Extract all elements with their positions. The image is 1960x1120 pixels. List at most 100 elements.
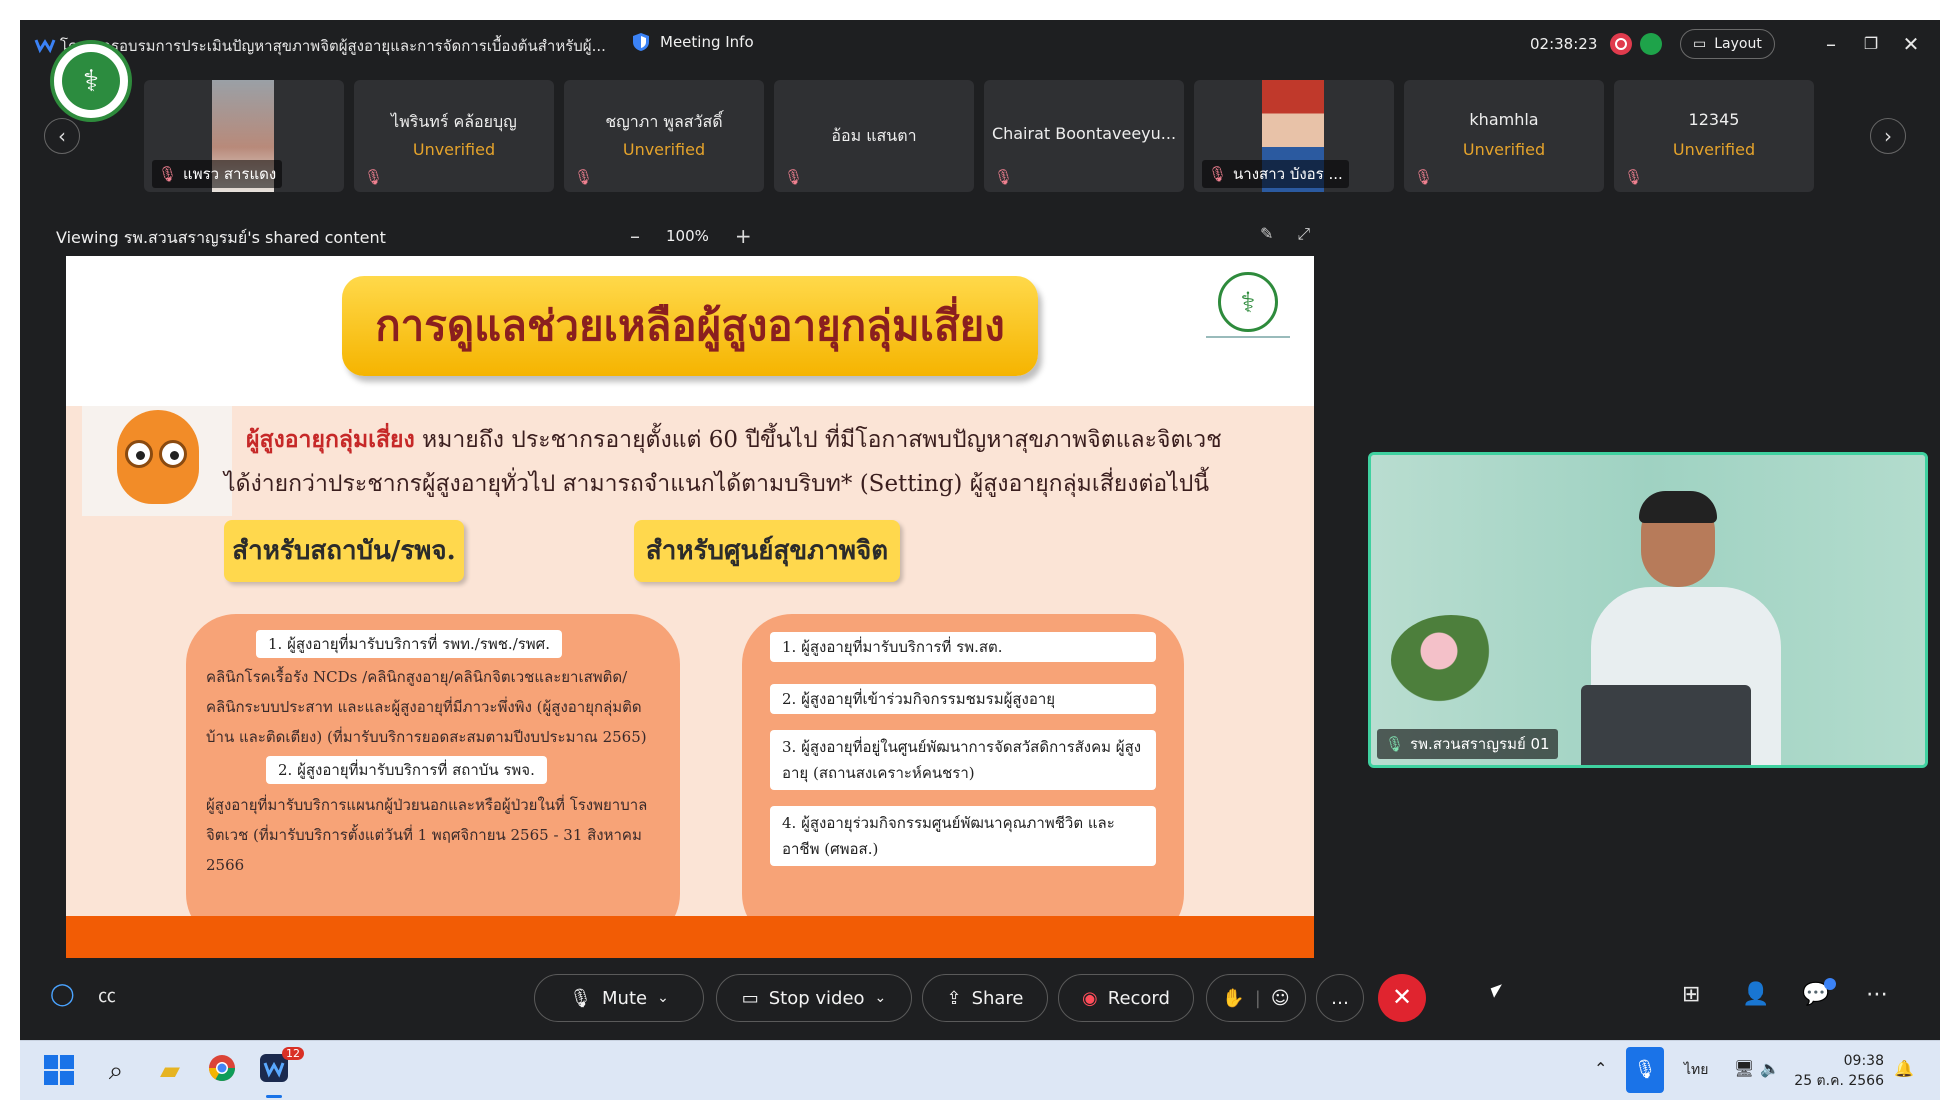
shared-content-caption: Viewing รพ.สวนสราญรมย์'s shared content (56, 228, 386, 247)
zoom-controls: – 100% + (630, 224, 752, 248)
caduceus-icon: ⚕ (62, 52, 120, 110)
participant-tile[interactable]: Chairat Boontaveeyu... 🎙 (984, 80, 1184, 192)
clock-time: 09:38 (1843, 1053, 1884, 1069)
chat-notification-dot (1824, 978, 1836, 990)
layout-label: Layout (1714, 36, 1762, 52)
chevron-down-icon[interactable]: ⌄ (657, 990, 669, 1006)
shared-slide: การดูแลช่วยเหลือผู้สูงอายุกลุ่มเสี่ยง ⚕ … (66, 256, 1314, 958)
clock-date: 25 ต.ค. 2566 (1794, 1073, 1884, 1089)
owl-body (117, 410, 199, 504)
annotate-icon[interactable]: ✎ (1260, 224, 1273, 244)
slide-footer-band (66, 916, 1314, 958)
mic-off-icon: 🎙 (574, 168, 594, 186)
participant-tile[interactable]: 🎙 นางสาว บังอร ... (1194, 80, 1394, 192)
record-icon: ◉ (1082, 987, 1098, 1009)
right-section-heading: สำหรับศูนย์สุขภาพจิต (634, 520, 900, 582)
search-icon[interactable]: ⌕ (98, 1053, 134, 1089)
left-item-label: 1. ผู้สูงอายุที่มารับบริการที่ รพท./รพช.… (256, 630, 562, 658)
participant-name: อ้อม แสนตา (831, 126, 917, 145)
flowers-decoration (1391, 615, 1511, 705)
chevron-down-icon[interactable]: ⌄ (875, 990, 887, 1006)
reactions-group: ✋ | ☺ (1206, 974, 1306, 1022)
mouse-cursor-icon (1490, 984, 1506, 998)
share-tools: ✎ ⤢ (1260, 224, 1310, 244)
unverified-badge: Unverified (412, 140, 496, 159)
restore-icon[interactable]: ❐ (1856, 30, 1886, 60)
active-app-indicator (266, 1095, 282, 1098)
mic-off-icon: 🎙 (1414, 168, 1434, 186)
laptop (1581, 685, 1751, 765)
chrome-icon[interactable] (204, 1053, 240, 1089)
participant-name: 12345 (1688, 110, 1740, 129)
taskbar-clock[interactable]: 09:38 25 ต.ค. 2566 (1794, 1051, 1884, 1091)
meeting-info-button[interactable]: Meeting Info (632, 32, 754, 52)
participant-tile[interactable]: 🎙 แพรว สารแดง (144, 80, 344, 192)
prev-participants-icon[interactable]: ‹ (44, 118, 80, 154)
recording-indicator-icon[interactable] (1610, 33, 1632, 55)
participant-tile[interactable]: 12345 Unverified 🎙 (1614, 80, 1814, 192)
microphone-icon: 🎙 (569, 987, 593, 1009)
right-item: 2. ผู้สูงอายุที่เข้าร่วมกิจกรรมชมรมผู้สู… (770, 684, 1156, 714)
participant-tile[interactable]: khamhla Unverified 🎙 (1404, 80, 1604, 192)
left-item-description: ผู้สูงอายุที่มารับบริการแผนกผู้ป่วยนอกแล… (206, 796, 648, 874)
participants-icon[interactable]: 👤 (1742, 982, 1769, 1007)
window-title: โครงการอบรมการประเมินปัญหาสุขภาพจิตผู้สู… (60, 37, 606, 55)
participant-name: ชญาภา พูลสวัสดิ์ (605, 112, 723, 131)
mic-off-icon: 🎙 (158, 165, 178, 183)
owl-mascot-image (82, 406, 232, 516)
participant-label: 🎙 แพรว สารแดง (152, 160, 283, 188)
more-panels-icon[interactable]: ⋯ (1866, 982, 1888, 1007)
close-icon[interactable]: ✕ (1896, 30, 1926, 60)
end-call-button[interactable]: ✕ (1378, 974, 1426, 1022)
owl-eye (125, 440, 153, 468)
language-indicator[interactable]: ไทย (1684, 1059, 1708, 1081)
apps-icon[interactable]: ⊞ (1682, 982, 1700, 1007)
mute-button[interactable]: 🎙 Mute ⌄ (534, 974, 704, 1022)
next-participants-icon[interactable]: › (1870, 118, 1906, 154)
notifications-icon[interactable]: 🔔 (1894, 1059, 1914, 1078)
webex-app-icon (34, 39, 56, 54)
show-hidden-icons-icon[interactable]: ⌃ (1594, 1059, 1607, 1078)
title-bar: โครงการอบรมการประเมินปัญหาสุขภาพจิตผู้สู… (20, 20, 1940, 70)
file-explorer-icon[interactable]: ▰ (152, 1053, 188, 1089)
share-button[interactable]: ⇪ Share (922, 974, 1048, 1022)
mic-off-icon: 🎙 (1624, 168, 1644, 186)
volume-icon[interactable]: 🔈 (1760, 1059, 1780, 1078)
network-health-icon[interactable] (1640, 33, 1662, 55)
mic-off-icon: 🎙 (364, 168, 384, 186)
minimize-icon[interactable]: – (1816, 30, 1846, 60)
participant-name: khamhla (1469, 110, 1539, 129)
participant-name: ไพรินทร์ คล้อยบุญ (391, 112, 517, 131)
participant-tile[interactable]: อ้อม แสนตา 🎙 (774, 80, 974, 192)
zoom-in-icon[interactable]: + (735, 224, 752, 248)
fullscreen-icon[interactable]: ⤢ (1297, 224, 1310, 244)
windows-taskbar: ⌕ ▰ 12 ⌃ 🎙 ไทย 🖥 🔈 09:38 25 ต.ค. 2566 🔔 (20, 1040, 1940, 1100)
captions-icon[interactable]: ㏄ (98, 982, 116, 1008)
slide-logo-caption (1206, 336, 1290, 358)
participant-tile[interactable]: ไพรินทร์ คล้อยบุญ Unverified 🎙 (354, 80, 554, 192)
stop-video-button[interactable]: ▭ Stop video ⌄ (716, 974, 912, 1022)
share-icon: ⇪ (946, 987, 962, 1009)
camera-icon: ▭ (741, 987, 759, 1009)
raise-hand-icon[interactable]: ✋ (1222, 988, 1244, 1009)
unverified-badge: Unverified (1672, 140, 1756, 159)
record-button[interactable]: ◉ Record (1058, 974, 1194, 1022)
speaker-video[interactable]: 🎙 รพ.สวนสราญรมย์ 01 (1368, 452, 1928, 768)
webex-assistant-icon[interactable]: ◯ (50, 982, 75, 1007)
microphone-tray-icon[interactable]: 🎙 (1626, 1047, 1664, 1093)
unverified-badge: Unverified (1462, 140, 1546, 159)
intro-line-1: ผู้สูงอายุกลุ่มเสี่ยง หมายถึง ประชากรอาย… (246, 426, 1222, 453)
more-icon: … (1331, 987, 1349, 1009)
zoom-level: 100% (666, 227, 709, 245)
shield-icon (633, 33, 649, 51)
emoji-icon[interactable]: ☺ (1271, 988, 1290, 1009)
more-options-button[interactable]: … (1316, 974, 1364, 1022)
network-icon[interactable]: 🖥 (1734, 1059, 1754, 1078)
webex-badge: 12 (282, 1047, 304, 1060)
participant-tile[interactable]: ชญาภา พูลสวัสดิ์ Unverified 🎙 (564, 80, 764, 192)
windows-start-icon[interactable] (44, 1055, 74, 1085)
zoom-out-icon[interactable]: – (630, 224, 640, 248)
slide-intro: ผู้สูงอายุกลุ่มเสี่ยง หมายถึง ประชากรอาย… (224, 418, 1304, 506)
layout-button[interactable]: ▭ Layout (1680, 29, 1775, 59)
mic-off-icon: 🎙 (1208, 165, 1228, 183)
